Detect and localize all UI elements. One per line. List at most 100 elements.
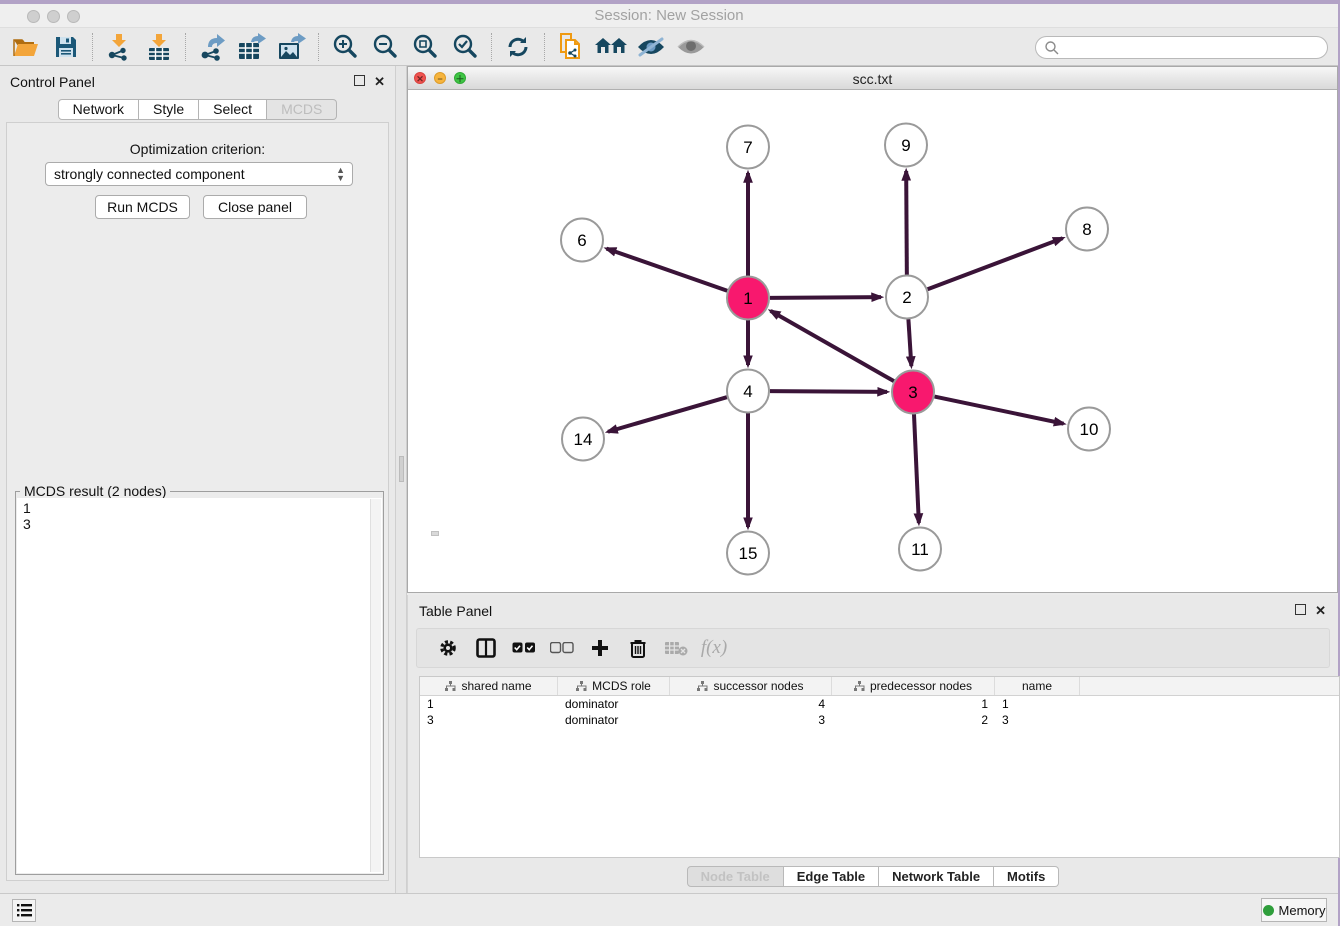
tab-network[interactable]: Network bbox=[58, 99, 139, 120]
hide-eye-icon[interactable] bbox=[631, 31, 671, 63]
export-table-icon[interactable] bbox=[232, 31, 272, 63]
settings-gear-icon[interactable] bbox=[429, 632, 467, 664]
cell-successor-nodes[interactable]: 3 bbox=[670, 712, 832, 728]
horizontal-splitter-handle[interactable] bbox=[431, 531, 439, 536]
mcds-result-list[interactable]: 1 3 bbox=[17, 498, 382, 873]
zoom-out-icon[interactable] bbox=[365, 31, 405, 63]
memory-status-icon bbox=[1263, 905, 1274, 916]
edge-1-6[interactable] bbox=[607, 249, 728, 291]
column-label: MCDS role bbox=[592, 679, 651, 693]
column-header-predecessor-nodes[interactable]: predecessor nodes bbox=[832, 677, 995, 695]
select-all-icon[interactable] bbox=[505, 632, 543, 664]
float-panel-icon[interactable] bbox=[354, 74, 365, 89]
import-network-icon[interactable] bbox=[99, 31, 139, 63]
tab-motifs[interactable]: Motifs bbox=[994, 866, 1059, 887]
close-panel-icon[interactable]: ✕ bbox=[374, 74, 385, 90]
edge-4-3[interactable] bbox=[770, 391, 887, 392]
cell-successor-nodes[interactable]: 4 bbox=[670, 696, 832, 712]
network-window-titlebar[interactable]: ✕ − ＋ scc.txt bbox=[408, 67, 1337, 90]
edge-3-11[interactable] bbox=[914, 414, 919, 523]
search-field[interactable] bbox=[1035, 36, 1328, 59]
zoom-in-icon[interactable] bbox=[325, 31, 365, 63]
control-panel: Control Panel ✕ NetworkStyleSelectMCDS O… bbox=[0, 66, 395, 893]
edge-2-9[interactable] bbox=[906, 171, 907, 275]
zoom-selected-icon[interactable] bbox=[445, 31, 485, 63]
edge-3-10[interactable] bbox=[935, 397, 1064, 424]
dropdown-stepper-icon: ▲▼ bbox=[336, 166, 345, 182]
tab-node-table[interactable]: Node Table bbox=[687, 866, 784, 887]
node-table[interactable]: shared name MCDS role successor nodes prede… bbox=[419, 676, 1340, 858]
tab-edge-table[interactable]: Edge Table bbox=[784, 866, 879, 887]
result-scrollbar[interactable] bbox=[370, 499, 381, 872]
column-label: shared name bbox=[461, 679, 531, 693]
toolbar-separator bbox=[185, 33, 186, 61]
criterion-dropdown[interactable]: strongly connected component ▲▼ bbox=[45, 162, 353, 186]
tab-network-table[interactable]: Network Table bbox=[879, 866, 994, 887]
column-header-shared-name[interactable]: shared name bbox=[420, 677, 558, 695]
float-table-panel-icon[interactable] bbox=[1295, 603, 1306, 618]
save-icon[interactable] bbox=[46, 31, 86, 63]
splitter-handle[interactable] bbox=[399, 456, 404, 482]
open-folder-icon[interactable] bbox=[6, 31, 46, 63]
deselect-all-icon[interactable] bbox=[543, 632, 581, 664]
column-label: successor nodes bbox=[713, 679, 803, 693]
node-label-6: 6 bbox=[577, 231, 586, 250]
show-eye-icon[interactable] bbox=[671, 31, 711, 63]
close-panel-button[interactable]: Close panel bbox=[203, 195, 307, 219]
cell-predecessor-nodes[interactable]: 2 bbox=[832, 712, 995, 728]
cell-name[interactable]: 1 bbox=[995, 696, 1080, 712]
delete-icon[interactable] bbox=[619, 632, 657, 664]
node-table-header: shared name MCDS role successor nodes prede… bbox=[420, 677, 1339, 696]
table-panel-tabs: Node TableEdge TableNetwork TableMotifs bbox=[408, 866, 1338, 887]
homes-icon[interactable] bbox=[591, 31, 631, 63]
control-panel-tabs: NetworkStyleSelectMCDS bbox=[0, 99, 395, 120]
column-header-MCDS-role[interactable]: MCDS role bbox=[558, 677, 670, 695]
run-mcds-button[interactable]: Run MCDS bbox=[95, 195, 190, 219]
column-header-successor-nodes[interactable]: successor nodes bbox=[670, 677, 832, 695]
table-panel: Table Panel ✕ f(x) bbox=[407, 595, 1338, 893]
column-label: predecessor nodes bbox=[870, 679, 972, 693]
mcds-result-title: MCDS result (2 nodes) bbox=[20, 483, 170, 499]
import-table-icon[interactable] bbox=[139, 31, 179, 63]
search-input[interactable] bbox=[1060, 40, 1310, 55]
toolbar-separator bbox=[544, 33, 545, 61]
memory-button[interactable]: Memory bbox=[1261, 898, 1327, 922]
tab-style[interactable]: Style bbox=[139, 99, 199, 120]
cell-MCDS-role[interactable]: dominator bbox=[558, 712, 670, 728]
main-toolbar bbox=[0, 28, 1338, 66]
node-label-11: 11 bbox=[911, 540, 929, 559]
refresh-icon[interactable] bbox=[498, 31, 538, 63]
add-column-icon[interactable] bbox=[581, 632, 619, 664]
list-icon bbox=[17, 904, 32, 917]
cell-name[interactable]: 3 bbox=[995, 712, 1080, 728]
edge-2-8[interactable] bbox=[928, 238, 1063, 289]
delete-table-icon[interactable] bbox=[657, 632, 695, 664]
column-header-name[interactable]: name bbox=[995, 677, 1080, 695]
cell-shared-name[interactable]: 3 bbox=[420, 712, 558, 728]
copy-network-icon[interactable] bbox=[551, 31, 591, 63]
tab-mcds[interactable]: MCDS bbox=[267, 99, 337, 120]
mcds-result-group: MCDS result (2 nodes) 1 3 bbox=[15, 491, 384, 875]
vertical-splitter[interactable] bbox=[395, 66, 407, 893]
task-list-button[interactable] bbox=[12, 899, 36, 922]
cell-predecessor-nodes[interactable]: 1 bbox=[832, 696, 995, 712]
cell-shared-name[interactable]: 1 bbox=[420, 696, 558, 712]
table-row-0[interactable]: 1dominator411 bbox=[420, 696, 1339, 712]
edge-1-2[interactable] bbox=[770, 297, 881, 298]
edge-4-14[interactable] bbox=[608, 397, 727, 432]
node-label-8: 8 bbox=[1082, 220, 1091, 239]
export-network-icon[interactable] bbox=[192, 31, 232, 63]
node-label-3: 3 bbox=[908, 383, 917, 402]
close-table-panel-icon[interactable]: ✕ bbox=[1315, 603, 1326, 619]
export-image-icon[interactable] bbox=[272, 31, 312, 63]
tab-select[interactable]: Select bbox=[199, 99, 267, 120]
cell-MCDS-role[interactable]: dominator bbox=[558, 696, 670, 712]
node-label-4: 4 bbox=[743, 382, 752, 401]
edge-3-1[interactable] bbox=[771, 311, 894, 381]
toolbar-separator bbox=[318, 33, 319, 61]
split-columns-icon[interactable] bbox=[467, 632, 505, 664]
table-row-1[interactable]: 3dominator323 bbox=[420, 712, 1339, 728]
zoom-fit-icon[interactable] bbox=[405, 31, 445, 63]
network-graph-canvas[interactable]: 7968124314101511 bbox=[409, 90, 1336, 589]
edge-2-3[interactable] bbox=[908, 319, 911, 366]
